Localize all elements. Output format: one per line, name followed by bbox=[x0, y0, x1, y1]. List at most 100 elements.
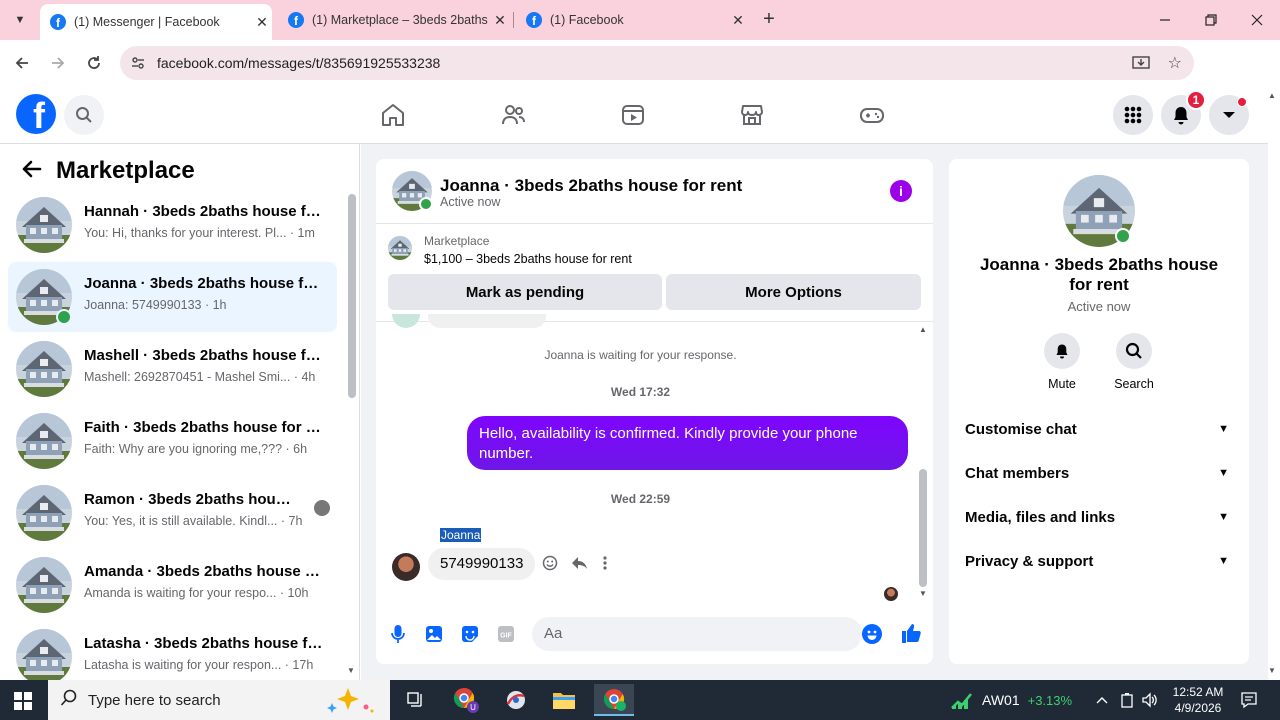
minimize-icon bbox=[1160, 19, 1170, 21]
mark-as-pending-button[interactable]: Mark as pending bbox=[388, 274, 662, 310]
nav-home[interactable] bbox=[378, 100, 408, 130]
tab-close-icon[interactable]: ✕ bbox=[490, 12, 510, 29]
timestamp: Wed 17:32 bbox=[610, 385, 671, 399]
tab-search-dropdown[interactable]: ▼ bbox=[6, 8, 34, 32]
taskbar-clock[interactable]: 12:52 AM 4/9/2026 bbox=[1160, 684, 1236, 716]
more-options-button[interactable]: More Options bbox=[666, 274, 921, 310]
conversation-item[interactable]: Mashell · 3beds 2baths house for rent Ma… bbox=[8, 334, 337, 404]
task-view-icon[interactable] bbox=[396, 684, 436, 716]
volume-icon[interactable] bbox=[1141, 680, 1159, 720]
back-arrow-icon[interactable] bbox=[20, 158, 42, 187]
nav-gaming[interactable] bbox=[857, 100, 887, 130]
conversation-name: Joanna · 3beds 2baths house for rent bbox=[84, 275, 324, 292]
file-explorer-icon[interactable] bbox=[544, 684, 584, 716]
account-alert-dot bbox=[1237, 97, 1247, 107]
chrome-profile-icon[interactable]: U bbox=[446, 684, 486, 716]
mute-button[interactable]: Mute bbox=[1032, 333, 1092, 391]
react-smiley-icon[interactable] bbox=[542, 555, 558, 576]
section-privacy-support[interactable]: Privacy & support ▼ bbox=[965, 553, 1233, 577]
facebook-logo-icon[interactable]: f bbox=[16, 94, 56, 134]
thumbs-up-icon[interactable] bbox=[900, 622, 922, 650]
section-media-files-links[interactable]: Media, files and links ▼ bbox=[965, 509, 1233, 533]
chrome-taskbar-icon[interactable] bbox=[594, 684, 634, 716]
sender-avatar[interactable] bbox=[392, 553, 420, 581]
tab-close-icon[interactable]: ✕ bbox=[728, 12, 748, 29]
conversation-item[interactable]: Hannah · 3beds 2baths house for rent You… bbox=[8, 190, 337, 260]
restore-button[interactable] bbox=[1188, 0, 1234, 40]
video-icon bbox=[622, 105, 644, 125]
bookmark-star-icon[interactable]: ☆ bbox=[1168, 53, 1182, 73]
tab-close-icon[interactable]: ✕ bbox=[252, 14, 272, 31]
sticker-icon[interactable] bbox=[460, 624, 480, 644]
microphone-icon[interactable] bbox=[388, 624, 408, 644]
message-input[interactable]: Aa bbox=[532, 617, 862, 651]
gif-icon[interactable]: GIF bbox=[496, 624, 516, 644]
conversation-item[interactable]: Faith · 3beds 2baths house for rent Fait… bbox=[8, 406, 337, 476]
menu-button[interactable] bbox=[1113, 95, 1153, 135]
conversation-item[interactable]: Ramon · 3beds 2baths house for rent You:… bbox=[8, 478, 337, 548]
image-icon[interactable] bbox=[424, 624, 444, 644]
avatar bbox=[16, 485, 72, 541]
conversation-item[interactable]: Amanda · 3beds 2baths house for rent Ama… bbox=[8, 550, 337, 620]
chat-scroll-up-icon[interactable]: ▲ bbox=[919, 325, 927, 334]
timestamp: Wed 22:59 bbox=[610, 492, 671, 506]
battery-icon[interactable] bbox=[1119, 680, 1135, 720]
chat-scrollbar[interactable] bbox=[919, 469, 927, 587]
taskbar-search[interactable]: Type here to search bbox=[48, 680, 390, 720]
tab-messenger[interactable]: f (1) Messenger | Facebook ✕ bbox=[40, 4, 272, 40]
facebook-search-button[interactable] bbox=[64, 95, 104, 135]
message-composer: GIF Aa bbox=[376, 614, 933, 664]
omnibox[interactable]: facebook.com/messages/t/835691925533238 … bbox=[120, 46, 1194, 80]
app-icon[interactable] bbox=[496, 684, 536, 716]
browser-tab-bar: ▼ f (1) Messenger | Facebook ✕ f (1) Mar… bbox=[0, 0, 1280, 40]
chat-title[interactable]: Joanna · 3beds 2baths house for rent bbox=[440, 176, 742, 196]
marketplace-icon bbox=[741, 105, 763, 125]
search-icon bbox=[76, 107, 92, 123]
listing-thumbnail[interactable] bbox=[388, 236, 412, 260]
info-icon[interactable]: i bbox=[890, 180, 912, 202]
stock-widget[interactable]: AW01 +3.13% bbox=[950, 680, 1072, 720]
tab-facebook[interactable]: f (1) Facebook ✕ bbox=[516, 4, 748, 36]
windows-start-icon[interactable] bbox=[14, 692, 32, 710]
emoji-icon[interactable] bbox=[862, 624, 882, 644]
chat-scroll-down-icon[interactable]: ▼ bbox=[919, 589, 927, 598]
sidebar-scroll-down-icon[interactable]: ▼ bbox=[347, 666, 355, 675]
search-chat-button[interactable]: Search bbox=[1104, 333, 1164, 391]
nav-friends[interactable] bbox=[498, 100, 528, 130]
tab-title: (1) Messenger | Facebook bbox=[74, 15, 220, 29]
url-text[interactable]: facebook.com/messages/t/835691925533238 bbox=[157, 55, 440, 71]
page-scroll-down-icon[interactable]: ▼ bbox=[1268, 666, 1276, 675]
section-customise-chat[interactable]: Customise chat ▼ bbox=[965, 421, 1233, 445]
tab-marketplace[interactable]: f (1) Marketplace – 3beds 2baths ✕ bbox=[278, 4, 510, 36]
chevron-down-icon: ▼ bbox=[1218, 511, 1229, 523]
stock-name: AW01 bbox=[982, 692, 1020, 708]
tray-chevron-up-icon[interactable] bbox=[1096, 680, 1108, 720]
facebook-top-nav: f bbox=[0, 86, 1268, 144]
more-actions-icon[interactable] bbox=[602, 555, 608, 576]
site-settings-icon[interactable] bbox=[130, 55, 146, 71]
incoming-message[interactable]: 5749990133 bbox=[428, 548, 536, 580]
reload-button[interactable] bbox=[82, 51, 106, 75]
outgoing-message[interactable]: Hello, availability is confirmed. Kindly… bbox=[467, 416, 908, 470]
page-scroll-up-icon[interactable]: ▲ bbox=[1268, 91, 1276, 100]
nav-watch[interactable] bbox=[618, 100, 648, 130]
forward-button[interactable] bbox=[46, 51, 70, 75]
conversation-item-active[interactable]: Joanna · 3beds 2baths house for rent Joa… bbox=[8, 262, 337, 332]
restore-icon bbox=[1205, 14, 1217, 26]
stock-change: +3.13% bbox=[1027, 692, 1073, 708]
taskbar-search-placeholder: Type here to search bbox=[88, 692, 221, 709]
new-tab-button[interactable]: + bbox=[758, 8, 780, 32]
section-chat-members[interactable]: Chat members ▼ bbox=[965, 465, 1233, 489]
back-button[interactable] bbox=[10, 51, 34, 75]
listing-title[interactable]: $1,100 – 3beds 2baths house for rent bbox=[424, 252, 632, 266]
install-app-icon[interactable] bbox=[1132, 54, 1150, 75]
close-window-button[interactable] bbox=[1234, 0, 1280, 40]
reply-icon[interactable] bbox=[571, 555, 588, 576]
chevron-down-icon: ▼ bbox=[1218, 555, 1229, 567]
svg-text:U: U bbox=[470, 703, 476, 712]
conversation-name: Faith · 3beds 2baths house for rent bbox=[84, 419, 324, 436]
minimize-button[interactable] bbox=[1142, 0, 1188, 40]
nav-marketplace[interactable] bbox=[737, 100, 767, 130]
sidebar-scrollbar[interactable] bbox=[348, 194, 356, 398]
notification-center-icon[interactable] bbox=[1240, 680, 1258, 720]
